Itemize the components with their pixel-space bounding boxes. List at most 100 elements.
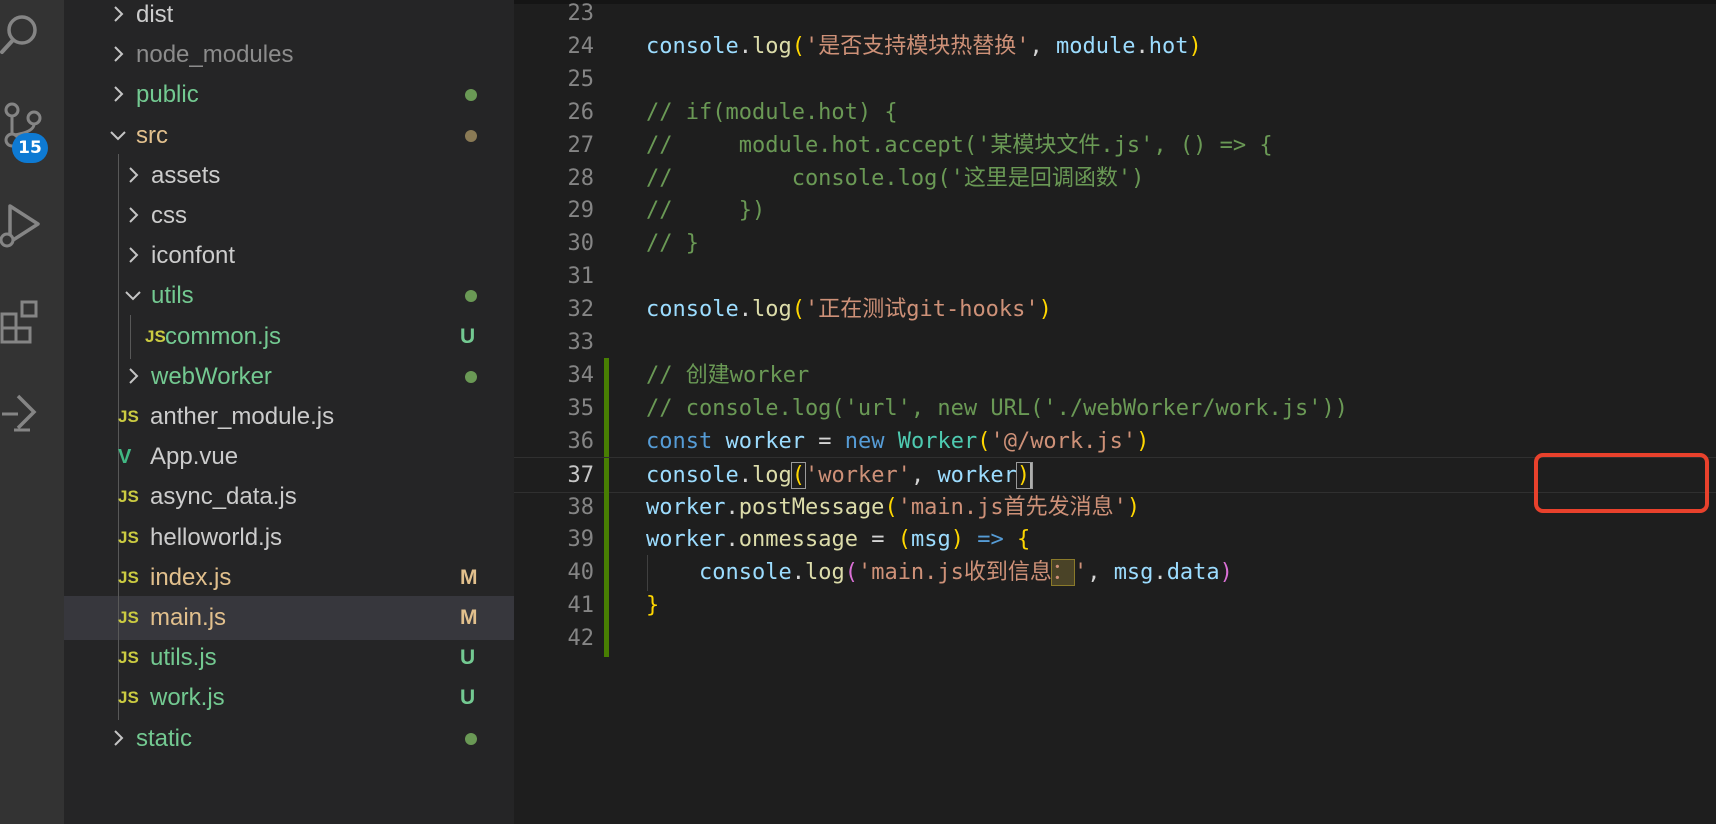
indent-guide bbox=[118, 314, 119, 359]
code-line[interactable]: 35 // console.log('url', new URL('./webWo… bbox=[514, 390, 1716, 427]
tree-folder[interactable]: static bbox=[64, 717, 514, 761]
code-line[interactable]: 39 worker.onmessage = (msg) => { bbox=[514, 522, 1716, 559]
line-number: 26 bbox=[567, 99, 595, 125]
tree-folder[interactable]: dist bbox=[64, 0, 514, 37]
code-line[interactable]: 36 const worker = new Worker('@/work.js') bbox=[514, 423, 1716, 460]
code-line[interactable]: 25 bbox=[514, 62, 1716, 98]
tree-file[interactable]: JS main.js M bbox=[64, 596, 514, 640]
line-number: 36 bbox=[567, 428, 595, 454]
code-token: log bbox=[751, 297, 792, 323]
code-text: console.log('main.js收到信息：', msg.data) bbox=[646, 555, 1233, 591]
code-token: ( bbox=[791, 33, 805, 59]
code-line[interactable]: 27 // module.hot.accept('某模块文件.js', () =>… bbox=[514, 128, 1716, 164]
tree-file[interactable]: JS work.js U bbox=[64, 676, 514, 721]
code-token: new bbox=[844, 428, 885, 454]
code-token: ( bbox=[977, 428, 991, 454]
chevron-right-icon[interactable] bbox=[123, 234, 143, 278]
chevron-right-icon[interactable] bbox=[108, 0, 128, 37]
code-token: ' bbox=[1073, 560, 1088, 586]
code-text: // if(module.hot) { bbox=[646, 95, 898, 131]
code-token: postMessage bbox=[738, 494, 885, 520]
code-token: // }) bbox=[646, 198, 766, 224]
chevron-right-icon[interactable] bbox=[123, 194, 143, 238]
tree-file[interactable]: JS utils.js U bbox=[64, 636, 514, 681]
remote-icon[interactable] bbox=[0, 392, 48, 440]
code-line[interactable]: 31 bbox=[514, 259, 1716, 295]
tree-folder[interactable]: public bbox=[64, 73, 514, 117]
code-token: . bbox=[725, 494, 739, 520]
code-line[interactable]: 26 // if(module.hot) { bbox=[514, 95, 1716, 131]
code-token: => bbox=[977, 527, 1004, 553]
tree-folder[interactable]: src bbox=[64, 114, 514, 158]
annotation-highlight-box bbox=[1534, 453, 1709, 513]
tree-folder[interactable]: node_modules bbox=[64, 33, 514, 77]
tree-item-label: webWorker bbox=[151, 362, 272, 390]
tree-folder[interactable]: iconfont bbox=[64, 234, 514, 279]
code-text: } bbox=[646, 588, 659, 624]
tree-file[interactable]: JS helloworld.js bbox=[64, 515, 514, 560]
git-status-badge: M bbox=[460, 606, 478, 629]
search-icon[interactable] bbox=[0, 8, 48, 56]
chevron-right-icon[interactable] bbox=[108, 33, 128, 77]
code-token: // console.log('这里是回调函数') bbox=[646, 165, 1145, 191]
code-line[interactable]: 30 // } bbox=[514, 226, 1716, 262]
code-line[interactable]: 28 // console.log('这里是回调函数') bbox=[514, 161, 1716, 197]
tree-folder[interactable]: assets bbox=[64, 153, 514, 198]
tree-file[interactable]: V App.vue bbox=[64, 435, 514, 480]
code-line[interactable]: 33 bbox=[514, 325, 1716, 361]
tree-item-label: utils.js bbox=[150, 644, 217, 672]
chevron-right-icon[interactable] bbox=[123, 154, 143, 198]
git-status-dot bbox=[465, 89, 477, 102]
code-line[interactable]: 32 console.log('正在测试git-hooks') bbox=[514, 292, 1716, 328]
chevron-right-icon[interactable] bbox=[108, 73, 128, 117]
tree-folder[interactable]: utils bbox=[64, 274, 514, 319]
code-token: } bbox=[646, 593, 660, 619]
code-text: // module.hot.accept('某模块文件.js', () => { bbox=[646, 128, 1273, 164]
chevron-down-icon[interactable] bbox=[108, 114, 128, 158]
code-line[interactable]: 23 bbox=[514, 0, 1716, 32]
code-line[interactable]: 24 console.log('是否支持模块热替换', module.hot) bbox=[514, 29, 1716, 65]
code-token: . bbox=[1135, 33, 1149, 59]
js-file-icon: JS bbox=[118, 407, 139, 426]
code-token: // console.log('url', new URL('./webWork… bbox=[646, 395, 1348, 421]
code-text: // }) bbox=[646, 193, 765, 229]
git-status-badge: U bbox=[460, 324, 476, 348]
code-token: ) bbox=[1126, 494, 1141, 520]
code-text: // console.log('这里是回调函数') bbox=[646, 161, 1144, 197]
git-added-gutter bbox=[604, 390, 609, 427]
tree-file[interactable]: JS async_data.js bbox=[64, 475, 514, 520]
tree-file[interactable]: JS common.js U bbox=[64, 314, 514, 359]
git-status-dot bbox=[465, 129, 477, 142]
code-line[interactable]: 34 // 创建worker bbox=[514, 357, 1716, 394]
tree-item-label: css bbox=[151, 202, 187, 229]
code-line[interactable]: 42 bbox=[514, 621, 1716, 658]
tree-item-label: main.js bbox=[150, 604, 227, 631]
code-token: data bbox=[1166, 560, 1220, 586]
tree-item-label: static bbox=[136, 724, 193, 752]
indent-guide bbox=[118, 354, 119, 399]
chevron-right-icon[interactable] bbox=[108, 717, 128, 761]
tree-folder[interactable]: css bbox=[64, 194, 514, 238]
code-token: const bbox=[646, 428, 713, 454]
git-added-gutter bbox=[604, 357, 609, 394]
code-token: ： bbox=[1050, 559, 1075, 587]
code-line[interactable]: 40 console.log('main.js收到信息：', msg.data) bbox=[514, 555, 1716, 592]
tree-item-label: helloworld.js bbox=[150, 523, 283, 551]
chevron-right-icon[interactable] bbox=[123, 355, 143, 399]
tree-item-label: public bbox=[136, 81, 199, 109]
run-debug-icon[interactable] bbox=[0, 202, 48, 250]
code-line[interactable]: 41} bbox=[514, 588, 1716, 625]
chevron-down-icon[interactable] bbox=[123, 274, 143, 318]
tree-file[interactable]: JS anther_module.js bbox=[64, 395, 514, 439]
code-editor[interactable]: 23 24 console.log('是否支持模块热替换', module.hot)… bbox=[514, 0, 1716, 824]
git-status-badge: U bbox=[460, 646, 476, 670]
extensions-icon[interactable] bbox=[0, 298, 48, 346]
tree-file[interactable]: JS index.js M bbox=[64, 555, 514, 600]
code-token: , bbox=[1087, 560, 1114, 586]
tree-folder[interactable]: webWorker bbox=[64, 354, 514, 399]
code-line[interactable]: 29 // }) bbox=[514, 193, 1716, 229]
js-file-icon: JS bbox=[118, 567, 139, 587]
